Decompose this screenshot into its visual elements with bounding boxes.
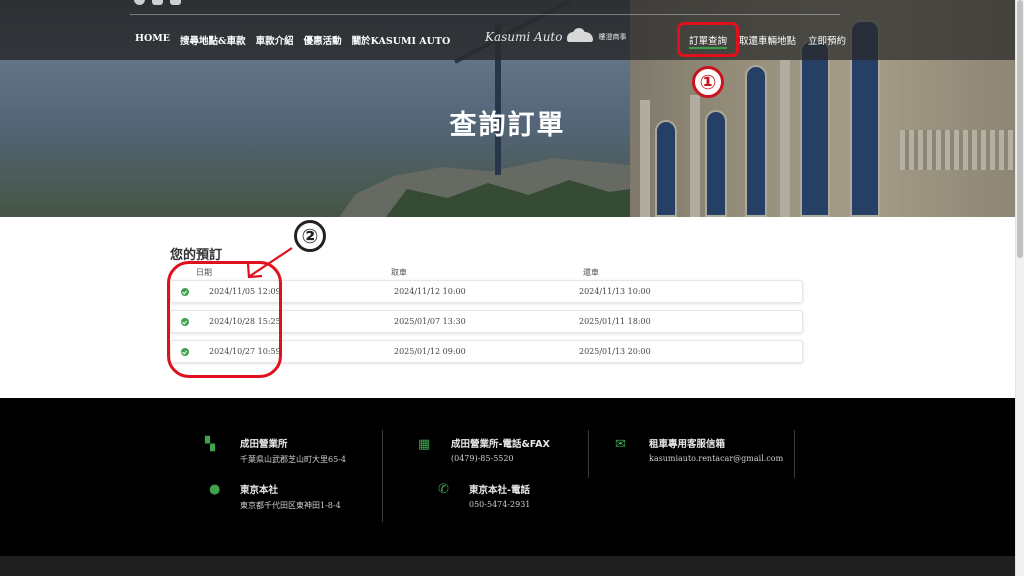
footer-email: 租車專用客服信箱 kasumiauto.rentacar@gmail.com <box>649 436 783 463</box>
car-icon <box>567 28 594 42</box>
footer-divider <box>588 430 589 478</box>
mail-icon[interactable] <box>170 0 181 5</box>
annotation-number-2: ② <box>294 220 326 252</box>
nav-left-menu: HOME 搜尋地點&車款 車款介紹 優惠活動 關於KASUMI AUTO <box>135 33 450 47</box>
annotation-highlight-order-lookup <box>677 22 739 57</box>
nav-search[interactable]: 搜尋地點&車款 <box>180 33 246 47</box>
instagram-icon[interactable] <box>152 0 163 5</box>
fax-icon: ▦ <box>418 437 431 452</box>
logo-subtitle: 樓澄商事 <box>598 33 627 41</box>
map-icon: ▚ <box>205 437 215 452</box>
nav-divider <box>130 14 840 15</box>
top-navigation: HOME 搜尋地點&車款 車款介紹 優惠活動 關於KASUMI AUTO Kas… <box>0 0 1015 60</box>
reservation-return: 2025/01/13 20:00 <box>579 347 651 356</box>
nav-home[interactable]: HOME <box>135 33 170 47</box>
phone-icon: ✆ <box>438 482 449 497</box>
site-footer: ▚ 成田營業所 千葉県山武郡芝山町大里65-4 ▦ 成田營業所-電話&FAX (… <box>0 398 1015 556</box>
social-links <box>134 0 181 5</box>
reservation-pickup: 2024/11/12 10:00 <box>394 287 466 296</box>
footer-tokyo-phone-title: 東京本社-電話 <box>469 485 530 496</box>
nav-pickup-locations[interactable]: 取還車輛地點 <box>739 33 796 47</box>
scrollbar-thumb[interactable] <box>1017 0 1023 258</box>
column-header-return: 還車 <box>583 268 599 277</box>
footer-narita-phone-number[interactable]: (0479)-85-5520 <box>451 454 550 463</box>
footer-bottom-bar <box>0 556 1015 576</box>
reservation-return: 2024/11/13 10:00 <box>579 287 651 296</box>
brand-logo[interactable]: Kasumi Auto 樓澄商事 <box>485 28 627 44</box>
footer-divider <box>382 430 383 522</box>
footer-narita-office: 成田營業所 千葉県山武郡芝山町大里65-4 <box>240 436 346 465</box>
footer-tokyo-office-address: 東京都千代田区東神田1-8-4 <box>240 501 341 510</box>
footer-email-title: 租車專用客服信箱 <box>649 439 726 450</box>
annotation-highlight-dates <box>167 261 282 378</box>
envelope-icon: ✉ <box>615 437 626 452</box>
reservation-pickup: 2025/01/12 09:00 <box>394 347 466 356</box>
nav-book-now[interactable]: 立即預約 <box>808 33 846 47</box>
footer-tokyo-office: 東京本社 東京都千代田区東神田1-8-4 <box>240 482 341 511</box>
nav-promo[interactable]: 優惠活動 <box>304 33 342 47</box>
nav-cars[interactable]: 車款介紹 <box>256 33 294 47</box>
nav-about[interactable]: 關於KASUMI AUTO <box>352 33 451 47</box>
footer-narita-phone-title: 成田營業所-電話&FAX <box>451 439 550 450</box>
column-header-pickup: 取車 <box>391 268 407 277</box>
footer-tokyo-office-title: 東京本社 <box>240 485 279 496</box>
location-pin-icon: ● <box>209 482 221 497</box>
footer-email-address[interactable]: kasumiauto.rentacar@gmail.com <box>649 454 783 463</box>
footer-narita-office-address: 千葉県山武郡芝山町大里65-4 <box>240 455 346 464</box>
annotation-number-1: ① <box>692 66 724 98</box>
footer-narita-phone: 成田營業所-電話&FAX (0479)-85-5520 <box>451 436 550 463</box>
facebook-icon[interactable] <box>134 0 145 5</box>
footer-divider <box>794 430 795 478</box>
page-title: 查詢訂單 <box>449 110 566 141</box>
footer-narita-office-title: 成田營業所 <box>240 439 288 450</box>
page-scrollbar[interactable] <box>1015 0 1024 576</box>
footer-tokyo-phone: 東京本社-電話 050-5474-2931 <box>469 482 530 509</box>
reservation-return: 2025/01/11 18:00 <box>579 317 651 326</box>
reservation-pickup: 2025/01/07 13:30 <box>394 317 466 326</box>
footer-tokyo-phone-number[interactable]: 050-5474-2931 <box>469 500 530 509</box>
logo-text: Kasumi Auto <box>485 30 563 44</box>
